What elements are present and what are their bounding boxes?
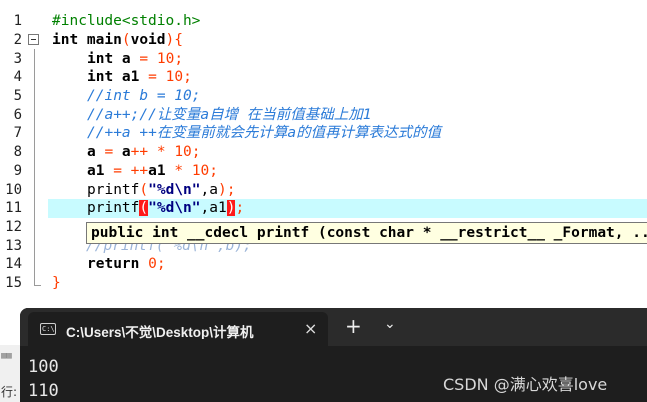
- operator: *: [174, 163, 184, 179]
- comment: //a++;//让变量a自增 在当前值基础上加1: [87, 107, 372, 123]
- function-call: printf: [87, 182, 140, 198]
- line-number-gutter: 1 2 3 4 5 6 7 8 9 10 11 12 13 14 15: [0, 0, 48, 300]
- terminal-tab-bar: C:\ C:\Users\不觉\Desktop\计算机 × + ⌄: [20, 308, 647, 346]
- chevron-down-icon[interactable]: ⌄: [384, 316, 396, 332]
- comment: //++a ++在变量前就会先计算a的值再计算表达式的值: [87, 125, 442, 141]
- new-tab-icon[interactable]: +: [345, 314, 362, 338]
- identifier: a1: [148, 163, 175, 179]
- number: 10: [165, 69, 184, 85]
- code-line-14[interactable]: return 0;: [87, 255, 166, 274]
- string-literal: "%d\n": [148, 182, 201, 198]
- code-line-5[interactable]: //int b = 10;: [87, 87, 201, 106]
- identifier: a1: [87, 163, 114, 179]
- code-line-2[interactable]: int main(void){: [52, 31, 183, 50]
- operator: ++ *: [130, 144, 166, 160]
- code-line-9[interactable]: a1 = ++a1 * 10;: [87, 162, 218, 181]
- number: 10: [174, 144, 192, 160]
- line-number: 12: [5, 219, 22, 235]
- punct: ;: [156, 256, 166, 272]
- line-number: 13: [5, 238, 22, 254]
- line-number: 11: [5, 200, 22, 216]
- ide-status-strip: ▦▦ 行:: [0, 345, 20, 402]
- collapse-icon[interactable]: [28, 34, 39, 45]
- code-line-1[interactable]: #include<stdio.h>: [52, 12, 200, 31]
- terminal-output-line: 100: [28, 357, 59, 377]
- punct: ;: [191, 144, 201, 160]
- toolbar-icons: ▦▦: [1, 351, 12, 361]
- punct: ;: [174, 51, 184, 67]
- comment: //int b = 10;: [87, 88, 201, 104]
- matched-paren-open: (: [139, 200, 149, 216]
- terminal-icon: C:\: [40, 323, 56, 335]
- line-number: 2: [13, 32, 22, 48]
- operator: =: [104, 144, 114, 160]
- keyword: int: [87, 51, 114, 67]
- code-line-7[interactable]: //++a ++在变量前就会先计算a的值再计算表达式的值: [87, 124, 441, 143]
- line-number: 15: [5, 275, 22, 291]
- punct: );: [217, 182, 236, 198]
- include-directive: #include<stdio.h>: [52, 13, 201, 29]
- line-number: 5: [13, 88, 22, 104]
- identifier: a: [113, 51, 140, 67]
- punct: (: [139, 182, 149, 198]
- code-editor[interactable]: 1 2 3 4 5 6 7 8 9 10 11 12 13 14 15 #inc…: [0, 0, 647, 300]
- keyword: int: [52, 32, 79, 48]
- number: 10: [156, 51, 175, 67]
- function-signature-tooltip: public int __cdecl printf (const char * …: [86, 222, 647, 244]
- punct: ){: [165, 32, 183, 48]
- punct: ;: [235, 200, 245, 216]
- operator: =: [148, 69, 157, 85]
- line-number: 10: [5, 182, 22, 198]
- line-number: 3: [13, 51, 22, 67]
- status-line-label: 行:: [1, 385, 18, 399]
- punct: ;: [183, 69, 192, 85]
- line-number: 1: [13, 13, 22, 29]
- arguments: ,a: [200, 182, 218, 198]
- operator: ++: [130, 163, 149, 179]
- keyword: return: [87, 256, 140, 272]
- identifier: a1: [113, 69, 149, 85]
- terminal-output-line: 110: [28, 381, 59, 401]
- line-number: 14: [5, 256, 22, 272]
- line-number: 7: [13, 125, 22, 141]
- line-number: 4: [13, 69, 22, 85]
- code-line-8[interactable]: a = a++ * 10;: [87, 143, 201, 162]
- code-line-4[interactable]: int a1 = 10;: [87, 68, 192, 87]
- line-number: 8: [13, 144, 22, 160]
- number: 10: [191, 163, 210, 179]
- close-icon[interactable]: ×: [304, 319, 317, 338]
- function-call: printf: [87, 200, 140, 216]
- number: 0: [148, 256, 157, 272]
- line-number: 9: [13, 163, 22, 179]
- code-line-11[interactable]: printf("%d\n",a1);: [87, 199, 244, 218]
- terminal-tab-title: C:\Users\不觉\Desktop\计算机: [66, 325, 254, 339]
- fold-guide: [34, 49, 35, 286]
- string-literal: "%d\n": [148, 200, 201, 216]
- line-number: 6: [13, 107, 22, 123]
- arguments: ,a1: [200, 200, 227, 216]
- operator: =: [139, 51, 149, 67]
- keyword: int: [87, 69, 114, 85]
- watermark: CSDN @满心欢喜love: [443, 375, 608, 394]
- keyword: void: [130, 32, 166, 48]
- code-line-15[interactable]: }: [52, 274, 61, 293]
- terminal-tab[interactable]: C:\ C:\Users\不觉\Desktop\计算机 ×: [28, 312, 328, 346]
- operator: =: [113, 163, 122, 179]
- code-line-10[interactable]: printf("%d\n",a);: [87, 181, 235, 200]
- code-line-6[interactable]: //a++;//让变量a自增 在当前值基础上加1: [87, 106, 372, 125]
- punct: (: [121, 32, 131, 48]
- function-name: main: [78, 32, 122, 48]
- punct: ;: [209, 163, 219, 179]
- code-line-3[interactable]: int a = 10;: [87, 50, 183, 69]
- identifier: a: [113, 144, 131, 160]
- closing-brace: }: [52, 275, 61, 291]
- identifier: a: [87, 144, 105, 160]
- fold-guide-end: [34, 285, 41, 286]
